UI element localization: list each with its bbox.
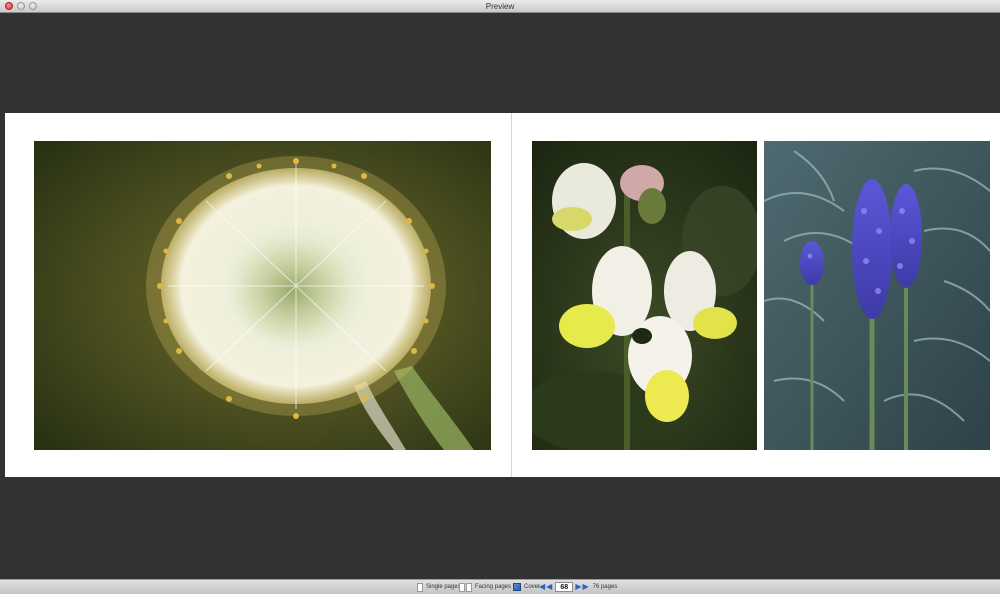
page-number-field[interactable] (555, 582, 574, 592)
next-page-icon[interactable]: ▶ (575, 582, 581, 592)
white-allium-flower-photo (34, 141, 491, 450)
title-bar: Preview (0, 0, 1000, 13)
first-page-icon[interactable]: ◀ (539, 582, 545, 592)
window-title: Preview (485, 2, 515, 11)
facing-page-left-icon (459, 582, 465, 592)
white-yellow-snapdragon-photo (532, 141, 757, 450)
facing-pages-toggle[interactable]: Facing pages (459, 582, 511, 592)
facing-page-right-icon (466, 582, 472, 592)
bottom-toolbar: Single pages Facing pages Cover ◀ ◀ ▶ ▶ … (0, 579, 1000, 594)
single-pages-toggle[interactable]: Single pages (417, 582, 461, 592)
last-page-icon[interactable]: ▶ (582, 582, 588, 592)
cover-icon (513, 583, 521, 591)
single-pages-label: Single pages (426, 584, 461, 590)
page-gutter (511, 113, 512, 477)
cover-toggle[interactable]: Cover (513, 582, 540, 592)
single-page-icon (417, 582, 423, 592)
page-navigation: ◀ ◀ ▶ ▶ 76 pages (539, 582, 617, 592)
previous-page-icon[interactable]: ◀ (546, 582, 552, 592)
blue-echium-spikes-photo (764, 141, 990, 450)
total-pages-label: 76 pages (592, 584, 618, 590)
book-spread-preview (5, 113, 1000, 477)
cover-label: Cover (524, 584, 541, 590)
facing-pages-label: Facing pages (475, 584, 512, 590)
